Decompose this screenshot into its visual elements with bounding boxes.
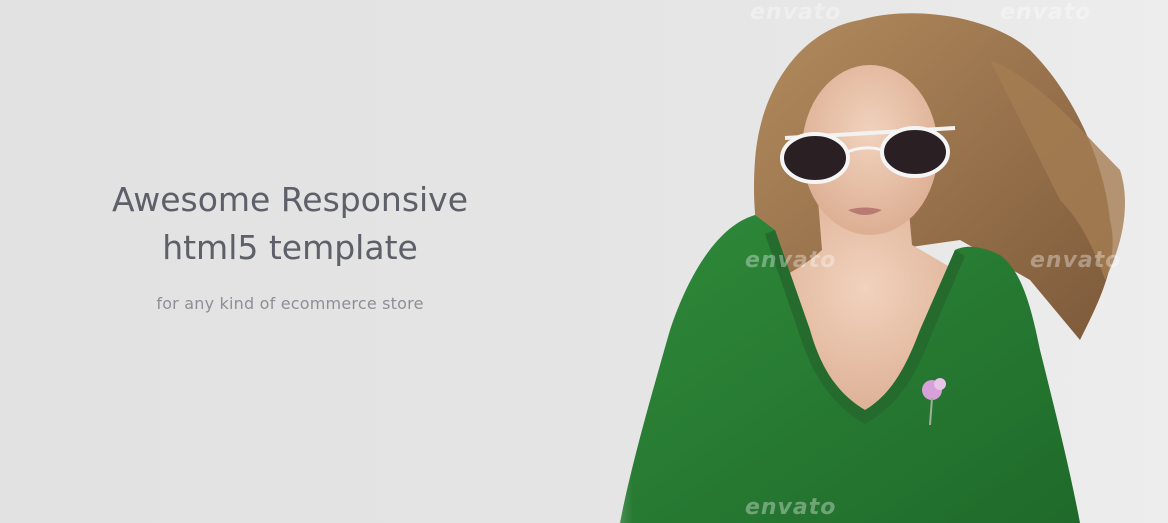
hero-headline-line2: html5 template [162, 228, 418, 267]
hero-caption: Awesome Responsive html5 template for an… [80, 176, 500, 313]
model-photo: envato envato envato envato envato [560, 0, 1168, 523]
hero-subline: for any kind of ecommerce store [156, 294, 424, 313]
hero-headline: Awesome Responsive html5 template [80, 176, 500, 272]
hero-headline-line1: Awesome Responsive [111, 180, 469, 219]
hero-slider: Awesome Responsive html5 template for an… [0, 0, 1168, 523]
